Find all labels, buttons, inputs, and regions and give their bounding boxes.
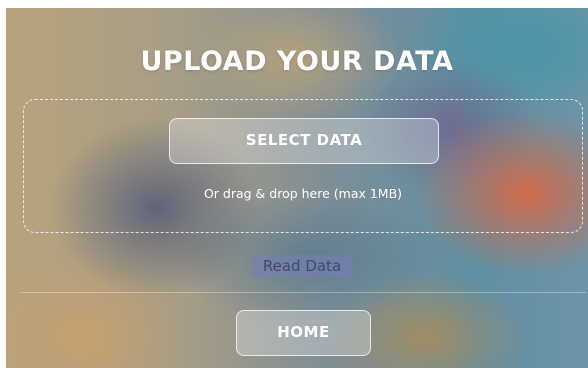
- drop-hint: Or drag & drop here (max 1MB): [203, 186, 403, 201]
- drop-zone[interactable]: SELECT DATA Or drag & drop here (max 1MB…: [23, 99, 583, 233]
- divider: [20, 292, 586, 293]
- select-data-button[interactable]: SELECT DATA: [169, 118, 439, 164]
- upload-panel: UPLOAD YOUR DATA SELECT DATA Or drag & d…: [6, 8, 588, 368]
- home-button[interactable]: HOME: [236, 310, 371, 356]
- page-title: UPLOAD YOUR DATA: [140, 46, 454, 77]
- read-data-link[interactable]: Read Data: [252, 255, 352, 277]
- app-window: UPLOAD YOUR DATA SELECT DATA Or drag & d…: [0, 0, 588, 368]
